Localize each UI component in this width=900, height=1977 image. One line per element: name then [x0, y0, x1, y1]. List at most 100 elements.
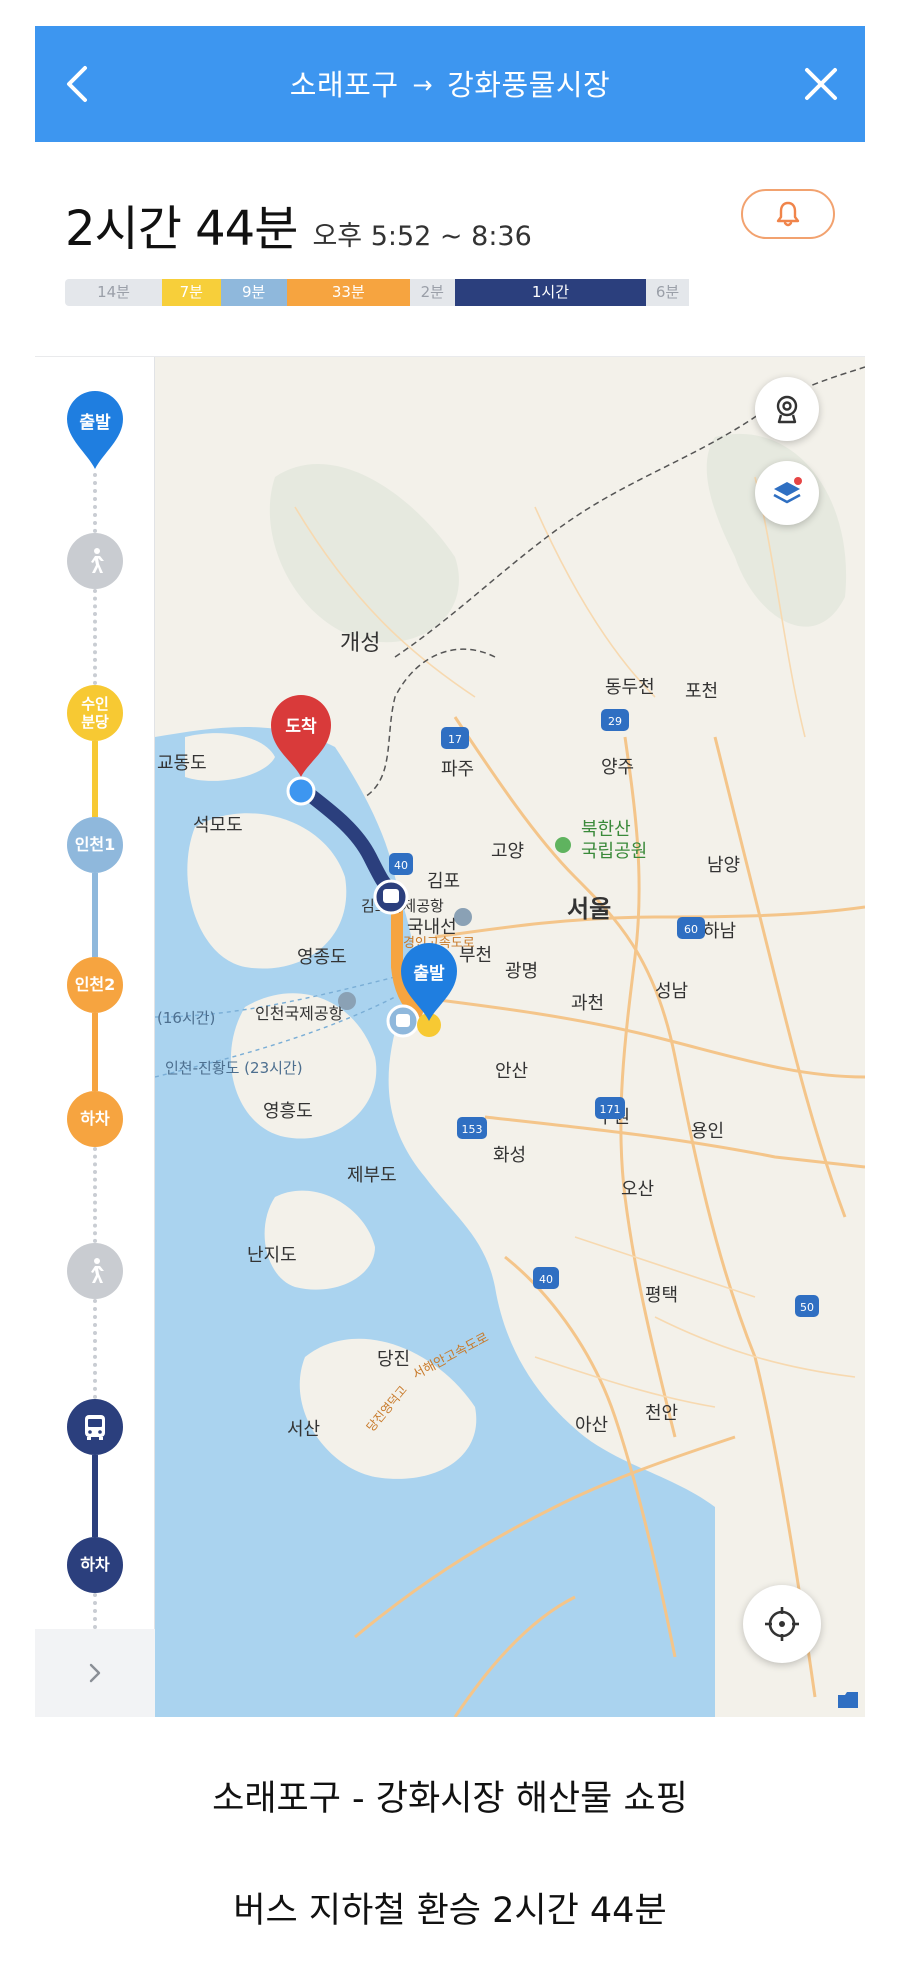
map-label-asan: 아산 — [575, 1415, 608, 1436]
shield-153: 153 — [462, 1123, 483, 1136]
incheon2-line-segment — [92, 1013, 98, 1091]
time-range: 오후 5:52 ~ 8:36 — [312, 221, 532, 252]
segment-5: 1시간 — [454, 279, 647, 306]
map-label-gaeseong: 개성 — [340, 631, 380, 656]
alight-step-2[interactable]: 하차 — [67, 1537, 123, 1593]
map-label-paju: 파주 — [441, 759, 474, 780]
bell-icon — [776, 201, 800, 227]
segment-4: 2분 — [409, 279, 455, 306]
route-detail-screen: 소래포구 → 강화풍물시장 2시간 44분 오후 5:52 ~ 8:36 14분 7분… — [35, 26, 865, 1717]
airport-icon — [454, 908, 472, 926]
map-label-yeongjongdo: 영종도 — [297, 947, 347, 968]
shield-60: 60 — [684, 923, 698, 936]
park-marker — [555, 837, 571, 853]
close-button[interactable] — [799, 62, 843, 106]
stop-incheon1-label: 인천1 — [74, 835, 116, 854]
shield-171: 171 — [600, 1103, 621, 1116]
shield-29: 29 — [608, 715, 622, 728]
total-duration: 2시간 44분 — [65, 201, 298, 257]
map-label-incheon-airport: 인천국제공항 — [255, 1004, 344, 1023]
walk-step-2[interactable] — [67, 1243, 123, 1299]
map-label-domestic: 국내선 — [407, 917, 457, 938]
layers-button[interactable] — [755, 461, 819, 525]
stop-incheon2[interactable]: 인천2 — [67, 957, 123, 1013]
expand-panel-button[interactable] — [35, 1629, 155, 1717]
map-label-dongducheon: 동두천 — [605, 677, 655, 698]
crosshair-icon — [765, 1607, 799, 1641]
stop-incheon1[interactable]: 인천1 — [67, 817, 123, 873]
map-label-hwaseong: 화성 — [493, 1145, 526, 1166]
map-label-namyang: 남양 — [707, 855, 740, 876]
cctv-button[interactable] — [755, 377, 819, 441]
map-label-goyang: 고양 — [491, 841, 524, 862]
segment-2: 9분 — [220, 279, 287, 306]
bus-icon — [85, 1415, 105, 1440]
map-label-seosan: 서산 — [287, 1419, 320, 1440]
suin-line-segment — [92, 741, 98, 817]
segment-1: 7분 — [162, 279, 221, 306]
bus-step[interactable] — [67, 1399, 123, 1455]
map-label-hanam: 하남 — [703, 921, 736, 942]
cctv-icon — [776, 395, 798, 424]
walk-dots — [93, 1147, 97, 1243]
shield-40a: 40 — [394, 859, 408, 872]
departure-pin-label: 출발 — [413, 964, 445, 984]
airport-icon — [338, 992, 356, 1010]
route-timeline: 출발 수인 분당 인천1 인천2 하차 하차 — [35, 357, 155, 1717]
walk-dots — [93, 1299, 97, 1399]
alight-step-1[interactable]: 하차 — [67, 1091, 123, 1147]
destination-name: 강화풍물시장 — [447, 68, 611, 102]
alight-label-2: 하차 — [80, 1555, 110, 1574]
map-label-gwacheon: 과천 — [571, 993, 604, 1014]
map-label-bucheon: 부천 — [459, 945, 492, 966]
map-label-ansan: 안산 — [495, 1061, 528, 1082]
segment-6: 6분 — [646, 279, 689, 306]
origin-name: 소래포구 — [289, 68, 399, 102]
alarm-button[interactable] — [741, 189, 835, 239]
map-label-yangju: 양주 — [601, 757, 634, 778]
walk-icon — [91, 548, 104, 573]
bus-line-segment — [92, 1455, 98, 1537]
map-label-dangjin: 당진 — [377, 1349, 410, 1370]
arrival-pin-label: 도착 — [285, 717, 317, 737]
shield-17: 17 — [448, 733, 462, 746]
header-bar: 소래포구 → 강화풍물시장 — [35, 26, 865, 142]
route-content: 출발 수인 분당 인천1 인천2 하차 하차 개성 동두천 포천 교동도 파주 … — [35, 356, 865, 1717]
stop-suin-bundang[interactable]: 수인 분당 — [67, 685, 123, 741]
walk-step-1[interactable] — [67, 533, 123, 589]
folder-icon[interactable] — [837, 1691, 859, 1709]
map-label-nanjido: 난지도 — [247, 1245, 297, 1266]
close-icon — [805, 68, 837, 100]
layers-icon — [773, 477, 802, 504]
map-label-osan: 오산 — [621, 1179, 654, 1200]
map-label-jebudo: 제부도 — [347, 1165, 397, 1186]
bus-transfer-marker[interactable] — [373, 879, 409, 915]
walk-dots — [93, 473, 97, 533]
map-label-seoul: 서울 — [567, 895, 611, 923]
map-label-national-park: 국립공원 — [581, 841, 647, 862]
map-label-cheonan: 천안 — [645, 1403, 678, 1424]
incheon1-line-segment — [92, 873, 98, 957]
segment-duration-bar: 14분 7분 9분 33분 2분 1시간 6분 — [65, 279, 835, 306]
walk-icon — [91, 1258, 104, 1283]
map-label-bukhansan: 북한산 — [581, 819, 631, 840]
map-label-yeongheungdo: 영흥도 — [263, 1101, 313, 1122]
subway-transfer-marker[interactable] — [386, 1004, 420, 1038]
map-label-pyeongtaek: 평택 — [645, 1285, 678, 1306]
segment-3: 33분 — [286, 279, 410, 306]
route-title: 소래포구 → 강화풍물시장 — [35, 62, 865, 104]
map-label-gwangmyeong: 광명 — [505, 961, 538, 982]
map-label-gyodongdo: 교동도 — [157, 753, 207, 774]
alight-label-1: 하차 — [80, 1109, 110, 1128]
segment-0: 14분 — [65, 279, 163, 306]
my-location-button[interactable] — [743, 1585, 821, 1663]
map-label-ferry2: 인천-진황도 (23시간) — [165, 1059, 303, 1077]
route-map[interactable]: 개성 동두천 포천 교동도 파주 양주 석모도 북한산 국립공원 고양 남양 김… — [155, 357, 865, 1717]
map-label-ferry1: (16시간) — [157, 1009, 215, 1027]
map-canvas: 개성 동두천 포천 교동도 파주 양주 석모도 북한산 국립공원 고양 남양 김… — [155, 357, 865, 1717]
walk-dots — [93, 589, 97, 685]
stop-incheon2-label: 인천2 — [74, 975, 116, 994]
trip-summary: 2시간 44분 오후 5:52 ~ 8:36 — [65, 189, 835, 257]
map-label-seongnam: 성남 — [655, 981, 688, 1002]
caption-line-1: 소래포구 - 강화시장 해산물 쇼핑 — [212, 1779, 688, 1819]
